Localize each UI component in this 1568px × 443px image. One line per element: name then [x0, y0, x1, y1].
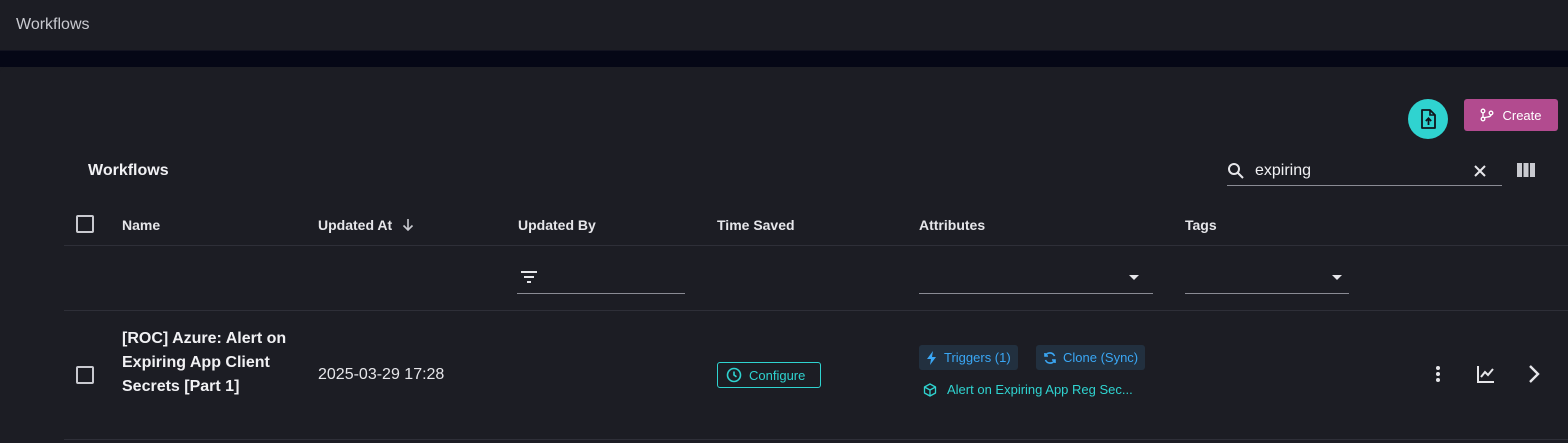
updated-by-filter[interactable] — [517, 293, 685, 294]
configure-label: Configure — [749, 367, 806, 383]
linked-workflow-link[interactable]: Alert on Expiring App Reg Sec... — [923, 382, 1133, 397]
columns-icon[interactable] — [1516, 161, 1536, 179]
column-header-tags[interactable]: Tags — [1185, 217, 1217, 233]
clock-icon — [726, 367, 742, 383]
header-divider — [64, 245, 1568, 246]
divider — [0, 51, 1568, 67]
create-button[interactable]: Create — [1464, 99, 1558, 131]
chevron-down-icon[interactable] — [1332, 275, 1342, 280]
triggers-chip[interactable]: Triggers (1) — [919, 345, 1018, 370]
page-title: Workflows — [16, 16, 90, 33]
create-button-label: Create — [1502, 107, 1542, 123]
column-header-time-saved[interactable]: Time Saved — [717, 217, 795, 233]
updated-at-value: 2025-03-29 17:28 — [318, 366, 445, 383]
branch-icon — [1481, 108, 1494, 122]
row-divider — [64, 439, 1568, 440]
file-upload-icon — [1421, 109, 1436, 129]
close-icon[interactable] — [1471, 162, 1489, 180]
cube-icon — [923, 382, 937, 397]
chevron-right-icon[interactable] — [1524, 364, 1544, 384]
linked-workflow-label: Alert on Expiring App Reg Sec... — [947, 382, 1133, 397]
clone-label: Clone (Sync) — [1063, 350, 1139, 365]
filter-divider — [64, 310, 1568, 311]
row-checkbox[interactable] — [76, 366, 94, 384]
configure-time-saved-button[interactable]: Configure — [717, 362, 821, 388]
column-header-name[interactable]: Name — [122, 217, 160, 233]
more-options-icon[interactable] — [1428, 364, 1448, 384]
sync-icon — [1044, 351, 1056, 364]
attributes-filter[interactable] — [919, 293, 1153, 294]
chevron-down-icon[interactable] — [1129, 275, 1139, 280]
import-workflow-button[interactable] — [1408, 99, 1448, 139]
bolt-icon — [927, 350, 936, 365]
column-header-updated-by[interactable]: Updated By — [518, 217, 596, 233]
select-all-checkbox[interactable] — [76, 215, 94, 233]
column-header-updated-at[interactable]: Updated At — [318, 217, 392, 233]
section-title: Workflows — [88, 162, 169, 179]
workflow-name[interactable]: [ROC] Azure: Alert on Expiring App Clien… — [122, 327, 292, 399]
clone-chip[interactable]: Clone (Sync) — [1036, 345, 1146, 370]
search-field[interactable]: expiring — [1227, 156, 1502, 186]
triggers-label: Triggers (1) — [944, 350, 1011, 365]
search-icon — [1228, 163, 1244, 179]
filter-icon[interactable] — [520, 269, 538, 285]
search-input[interactable]: expiring — [1255, 162, 1311, 180]
column-header-attributes[interactable]: Attributes — [919, 217, 985, 233]
top-bar: Workflows — [0, 0, 1568, 51]
tags-filter[interactable] — [1185, 293, 1349, 294]
arrow-down-icon[interactable] — [401, 218, 415, 232]
chart-icon[interactable] — [1476, 364, 1496, 384]
